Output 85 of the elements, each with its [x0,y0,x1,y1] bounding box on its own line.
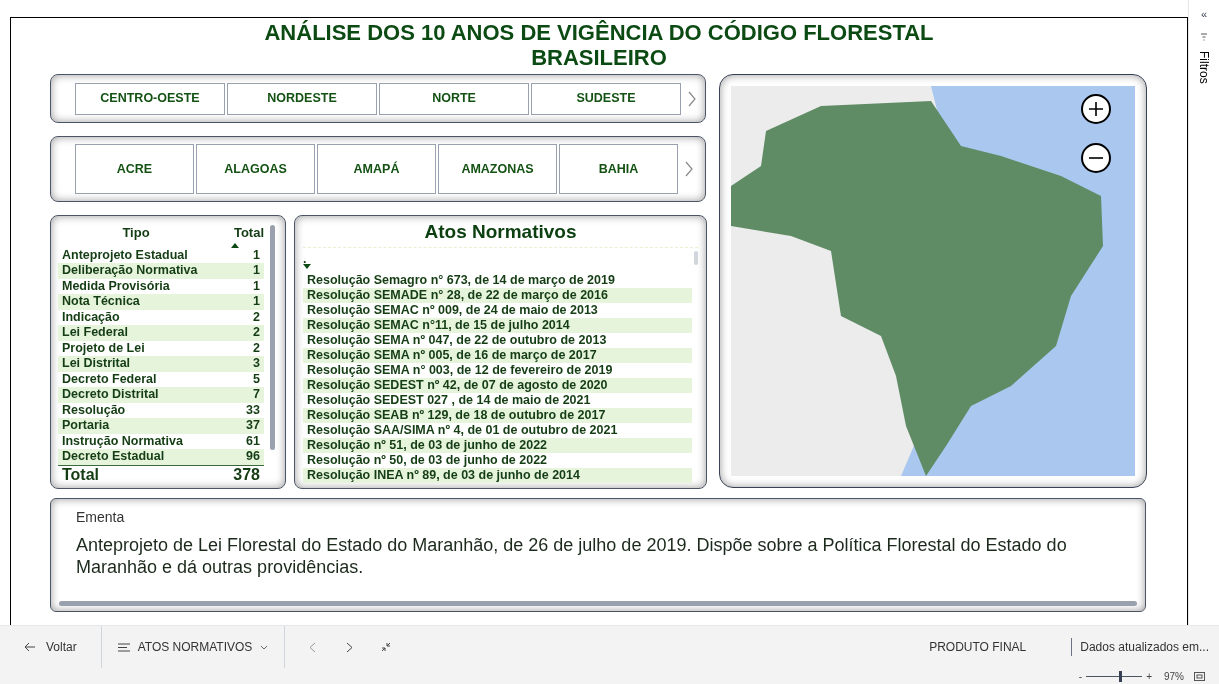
table-cell: Projeto de Lei [62,340,145,356]
table-cell: Lei Distrital [62,356,131,372]
table-cell[interactable]: Resolução SEMA n° 003, de 12 de fevereiro de 2019 [303,363,692,378]
zoom-out-label[interactable]: - [1078,668,1083,684]
chevron-down-icon [260,644,269,650]
field-label: Ementa [76,508,126,527]
table-cell: Decreto Federal [62,371,157,387]
sort-ascending-icon [231,242,239,248]
column-header[interactable]: Total [233,223,264,243]
table-cell[interactable]: Resolução nº 51, de 03 de junho de 2022 [303,438,692,453]
table-cell[interactable]: Resolução SEMAC n°11, de 15 de julho 2014 [303,318,692,333]
table-cell: Nota Técnica [62,294,140,310]
slicer-button[interactable]: SUDESTE [531,82,681,115]
slicer-button[interactable]: NORDESTE [227,82,377,115]
table-cell: 5 [253,371,260,387]
table-cell[interactable]: Resolução SEDEST 027 , de 14 de maio de 2021 [303,393,692,408]
slicer-button[interactable]: ACRE [75,144,194,194]
table-cell[interactable]: Resolução SEAB nº 129, de 18 de outubro de 2017 [303,408,692,423]
data-updated-label: Dados atualizados em... [1071,638,1209,656]
table-cell: 2 [253,309,260,325]
table-cell: Resolução [62,402,126,418]
table-cell: 3 [253,356,260,372]
zoom-slider-thumb[interactable] [1119,670,1122,682]
table-cell: 1 [253,263,260,279]
table-cell: Medida Provisória [62,278,170,294]
table-cell: 1 [253,247,260,263]
table-cell: 7 [253,387,260,403]
table-cell: 1 [253,278,260,294]
chevron-right-icon[interactable] [687,89,697,108]
table-cell: Decreto Estadual [62,449,165,465]
table-cell[interactable]: Resolução INEA nº 89, de 03 de junho de 2014 [303,468,692,483]
zoom-in-label[interactable]: + [1146,668,1152,684]
table-cell[interactable]: Resolução nº 50, de 03 de junho de 2022 [303,453,692,468]
panel-title: Atos Normativos [423,221,578,243]
menu-icon [117,642,130,652]
chevron-left-icon [309,641,317,653]
table-cell: Indicação [62,309,120,325]
table-cell: 96 [246,449,260,465]
table-cell[interactable]: Resolução SEMADE n° 28, de 22 de março de 2016 [303,288,692,303]
table-cell: Lei Federal [62,325,128,341]
slicer-button[interactable]: BAHIA [559,144,678,194]
slicer-button[interactable]: ALAGOAS [196,144,315,194]
scrollbar[interactable] [694,251,698,265]
column-header[interactable]: Tipo [58,223,214,243]
filter-icon [1201,32,1207,41]
slicer-button[interactable]: NORTE [379,82,529,115]
chevron-right-icon[interactable] [684,160,694,178]
fit-screen-icon[interactable] [1194,671,1205,681]
table-cell[interactable]: Resolução SEMA nº 005, de 16 de março de 2017 [303,348,692,363]
sort-descending-icon [303,264,311,269]
arrow-left-icon [24,642,36,652]
table-cell: 61 [246,433,260,449]
ementa-text: Anteprojeto de Lei Florestal do Estado do Maranhão, de 26 de julho de 2019. Dispõe sobre a Política Florestal do Estado do Maranhão e dá outras providências. [76,534,1068,578]
table-cell: 33 [246,402,260,418]
table-cell[interactable]: Resolução SEMA nº 047, de 22 de outubro de 2013 [303,333,692,348]
table-cell: Anteprojeto Estadual [62,247,188,263]
table-cell: 2 [253,340,260,356]
collapse-button[interactable]: « [1200,6,1208,23]
table-cell: Decreto Distrital [62,387,159,403]
table-cell[interactable]: Resolução Semagro n° 673, de 14 de março de 2019 [303,273,692,288]
page-name-label: PRODUTO FINAL [929,639,1027,656]
total-value: 378 [233,465,260,484]
zoom-percent: 97% [1164,669,1184,684]
table-cell[interactable]: Resolução SEDEST nº 42, de 07 de agosto de 2020 [303,378,692,393]
minus-icon [1088,157,1104,159]
report-title: ANÁLISE DOS 10 ANOS DE VIGÊNCIA DO CÓDIGO FLORESTAL BRASILEIRO [263,20,935,70]
table-cell: Instrução Normativa [62,433,183,449]
table-cell: 1 [253,294,260,310]
chevron-right-icon [346,641,354,653]
table-cell: Deliberação Normativa [62,263,198,279]
collapse-arrows-icon [381,642,392,652]
table-cell: 37 [246,418,260,434]
slicer-button[interactable]: CENTRO-OESTE [75,82,225,115]
slicer-button[interactable]: AMAZONAS [438,144,557,194]
table-cell[interactable]: Resolução SAA/SIMA nº 4, de 01 de outubro de 2021 [303,423,692,438]
plus-icon [1088,101,1104,117]
slicer-button[interactable]: AMAPÁ [317,144,436,194]
total-label: Total [62,465,100,484]
table-cell: 2 [253,325,260,341]
column-header[interactable]: . [303,254,692,264]
filters-pane-label[interactable]: Filtros [1195,50,1213,84]
table-cell: Portaria [62,418,110,434]
scrollbar[interactable] [270,225,275,450]
horizontal-scrollbar[interactable] [59,601,1137,606]
table-cell[interactable]: Resolução SEMAC nº 009, de 24 de maio de 2013 [303,303,692,318]
